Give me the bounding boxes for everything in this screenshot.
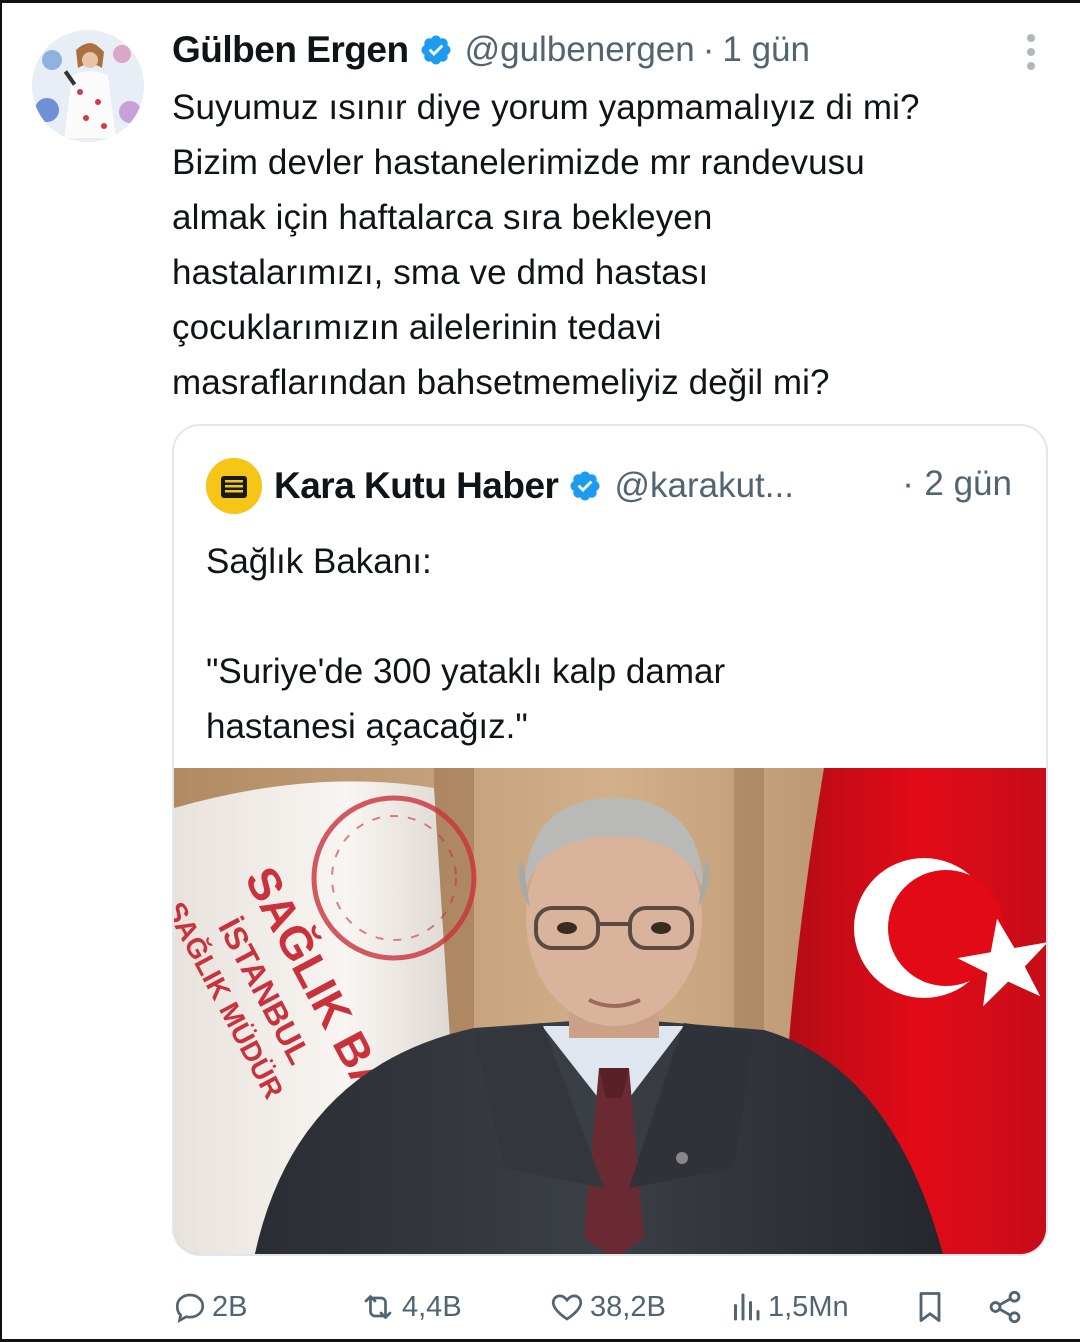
like-button[interactable]: 38,2B — [548, 1282, 666, 1332]
quoted-tweet-timestamp[interactable]: 2 gün — [924, 464, 1012, 503]
author-name[interactable]: Gülben Ergen — [172, 29, 409, 71]
share-button[interactable] — [986, 1282, 1024, 1332]
separator-dot: · — [902, 464, 914, 503]
quoted-text-line: "Suriye'de 300 yataklı kalp damar — [206, 652, 726, 691]
repost-button[interactable]: 4,4B — [358, 1282, 462, 1332]
reply-icon — [175, 1293, 205, 1324]
quoted-author-avatar[interactable] — [206, 458, 262, 514]
tweet-text-line: masraflarından bahsetmemeliyiz değil mi? — [172, 363, 830, 402]
share-icon — [989, 1290, 1021, 1324]
tweet-timestamp[interactable]: 1 gün — [722, 30, 810, 70]
reply-count: 2B — [212, 1290, 248, 1323]
tweet-text-line: çocuklarımızın ailelerinin tedavi — [172, 308, 662, 347]
reply-button[interactable]: 2B — [172, 1282, 247, 1332]
author-avatar[interactable] — [32, 30, 144, 142]
quoted-tweet-text: Sağlık Bakanı: "Suriye'de 300 yataklı ka… — [206, 534, 725, 754]
black-box-logo-icon — [206, 458, 262, 514]
quoted-author-name[interactable]: Kara Kutu Haber — [274, 465, 559, 507]
quoted-tweet-card[interactable]: Kara Kutu Haber @karakut... · 2 gün Sağl… — [172, 424, 1048, 1256]
quoted-tweet-header: Kara Kutu Haber @karakut... — [206, 458, 794, 514]
tweet-text: Suyumuz ısınır diye yorum yapmamalıyız d… — [172, 80, 1052, 410]
minister-portrait-image: SAĞLIK BA İSTANBUL SAĞLIK MÜDÜR — [174, 768, 1046, 1254]
tweet-text-line: Bizim devler hastanelerimizde mr randevu… — [172, 143, 865, 182]
views-icon — [734, 1293, 760, 1321]
repost-icon — [364, 1295, 392, 1319]
tweet-text-line: Suyumuz ısınır diye yorum yapmamalıyız d… — [172, 88, 920, 127]
separator-dot: · — [702, 30, 715, 69]
quoted-text-line: Sağlık Bakanı: — [206, 542, 432, 581]
avatar-image — [32, 30, 144, 142]
views-count: 1,5Mn — [768, 1290, 849, 1323]
like-icon — [551, 1294, 583, 1321]
verified-badge-icon — [570, 471, 600, 501]
frame-left-border — [0, 0, 2, 1342]
tweet-text-line: hastalarımızı, sma ve dmd hastası — [172, 253, 709, 292]
bookmark-icon — [919, 1292, 941, 1322]
tweet-header: Gülben Ergen @gulbenergen · 1 gün — [172, 26, 1040, 74]
bookmark-button[interactable] — [912, 1282, 948, 1332]
tweet-actions-bar: 2B 4,4B 38,2B 1,5Mn — [172, 1282, 1042, 1332]
tweet-text-line: almak için haftalarca sıra bekleyen — [172, 198, 713, 237]
quoted-text-blank-line — [206, 589, 725, 644]
quoted-author-handle[interactable]: @karakut... — [614, 466, 793, 506]
repost-count: 4,4B — [402, 1290, 462, 1323]
quoted-tweet-photo[interactable]: SAĞLIK BA İSTANBUL SAĞLIK MÜDÜR — [174, 768, 1046, 1254]
views-button[interactable]: 1,5Mn — [728, 1282, 849, 1332]
more-icon[interactable] — [1024, 30, 1038, 74]
verified-badge-icon — [421, 35, 451, 65]
quoted-tweet-time-wrap: · 2 gün — [902, 464, 1012, 504]
frame-top-border — [0, 0, 1080, 3]
quoted-text-line: hastanesi açacağız." — [206, 707, 528, 746]
like-count: 38,2B — [590, 1290, 666, 1323]
author-handle[interactable]: @gulbenergen — [465, 30, 695, 70]
